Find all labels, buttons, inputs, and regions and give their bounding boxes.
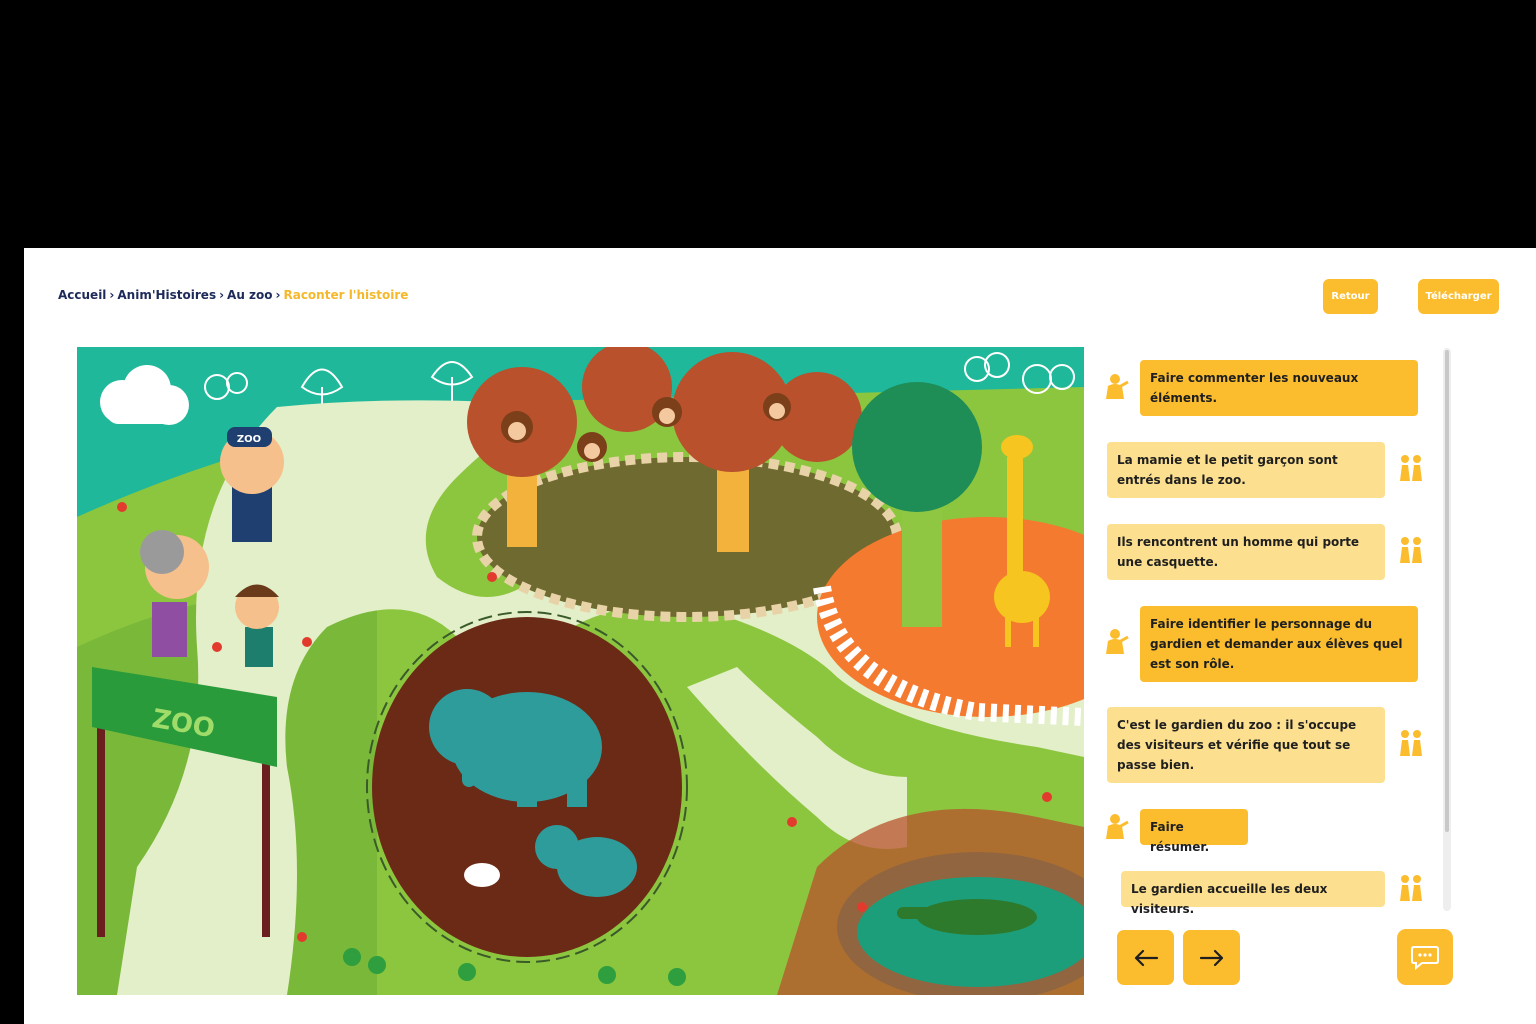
- children-icon: [1400, 455, 1422, 481]
- breadcrumb-separator: ›: [275, 288, 281, 302]
- children-icon: [1400, 537, 1422, 563]
- story-page: Accueil › Anim'Histoires › Au zoo › Raconter l…: [24, 248, 1536, 1024]
- dialogue-scrollbar-thumb[interactable]: [1445, 350, 1449, 832]
- previous-button[interactable]: [1117, 930, 1174, 985]
- dialogue-line-text: C'est le gardien du zoo : il s'occupe de…: [1117, 718, 1357, 772]
- breadcrumb-separator: ›: [109, 288, 115, 302]
- chat-button[interactable]: [1397, 929, 1453, 985]
- teacher-icon: [1106, 374, 1129, 399]
- dialogue-line-children: C'est le gardien du zoo : il s'occupe de…: [1107, 707, 1385, 783]
- teacher-icon: [1106, 629, 1129, 654]
- dialogue-line-text: Faire résumer.: [1150, 820, 1210, 854]
- story-illustration: ZOO ZOO: [77, 347, 1084, 995]
- chat-icon: [1411, 946, 1439, 970]
- dialogue-line-text: Faire identifier le personnage du gardie…: [1150, 617, 1403, 671]
- dialogue-line-text: La mamie et le petit garçon sont entrés …: [1117, 453, 1338, 487]
- breadcrumb: Accueil › Anim'Histoires › Au zoo › Raconter l…: [58, 288, 408, 302]
- dialogue-line-children: Ils rencontrent un homme qui porte une c…: [1107, 524, 1385, 580]
- breadcrumb-home-link[interactable]: Accueil: [58, 288, 106, 302]
- cap-text: ZOO: [237, 434, 261, 445]
- dialogue-line-text: Le gardien accueille les deux visiteurs.: [1131, 882, 1328, 916]
- dialogue-line-children: La mamie et le petit garçon sont entrés …: [1107, 442, 1385, 498]
- children-icon: [1400, 875, 1422, 901]
- dialogue-line-text: Faire commenter les nouveaux éléments.: [1150, 371, 1359, 405]
- back-button[interactable]: Retour: [1323, 279, 1378, 314]
- dialogue-line-children: Le gardien accueille les deux visiteurs.: [1121, 871, 1385, 916]
- children-icon: [1400, 730, 1422, 756]
- breadcrumb-au-zoo-link[interactable]: Au zoo: [227, 288, 272, 302]
- dialogue-line-teacher: Faire résumer.: [1140, 809, 1248, 854]
- breadcrumb-animhistoires-link[interactable]: Anim'Histoires: [117, 288, 216, 302]
- next-button[interactable]: [1183, 930, 1240, 985]
- arrow-left-icon: [1134, 949, 1158, 966]
- download-button[interactable]: Télécharger: [1418, 279, 1499, 314]
- breadcrumb-separator: ›: [219, 288, 225, 302]
- dialogue-line-text: Ils rencontrent un homme qui porte une c…: [1117, 535, 1360, 569]
- dialogue-line-teacher: Faire identifier le personnage du gardie…: [1140, 606, 1418, 682]
- arrow-right-icon: [1199, 949, 1223, 966]
- dialogue-line-teacher: Faire commenter les nouveaux éléments.: [1140, 360, 1418, 416]
- breadcrumb-current: Raconter l'histoire: [283, 288, 409, 302]
- teacher-icon: [1106, 814, 1129, 839]
